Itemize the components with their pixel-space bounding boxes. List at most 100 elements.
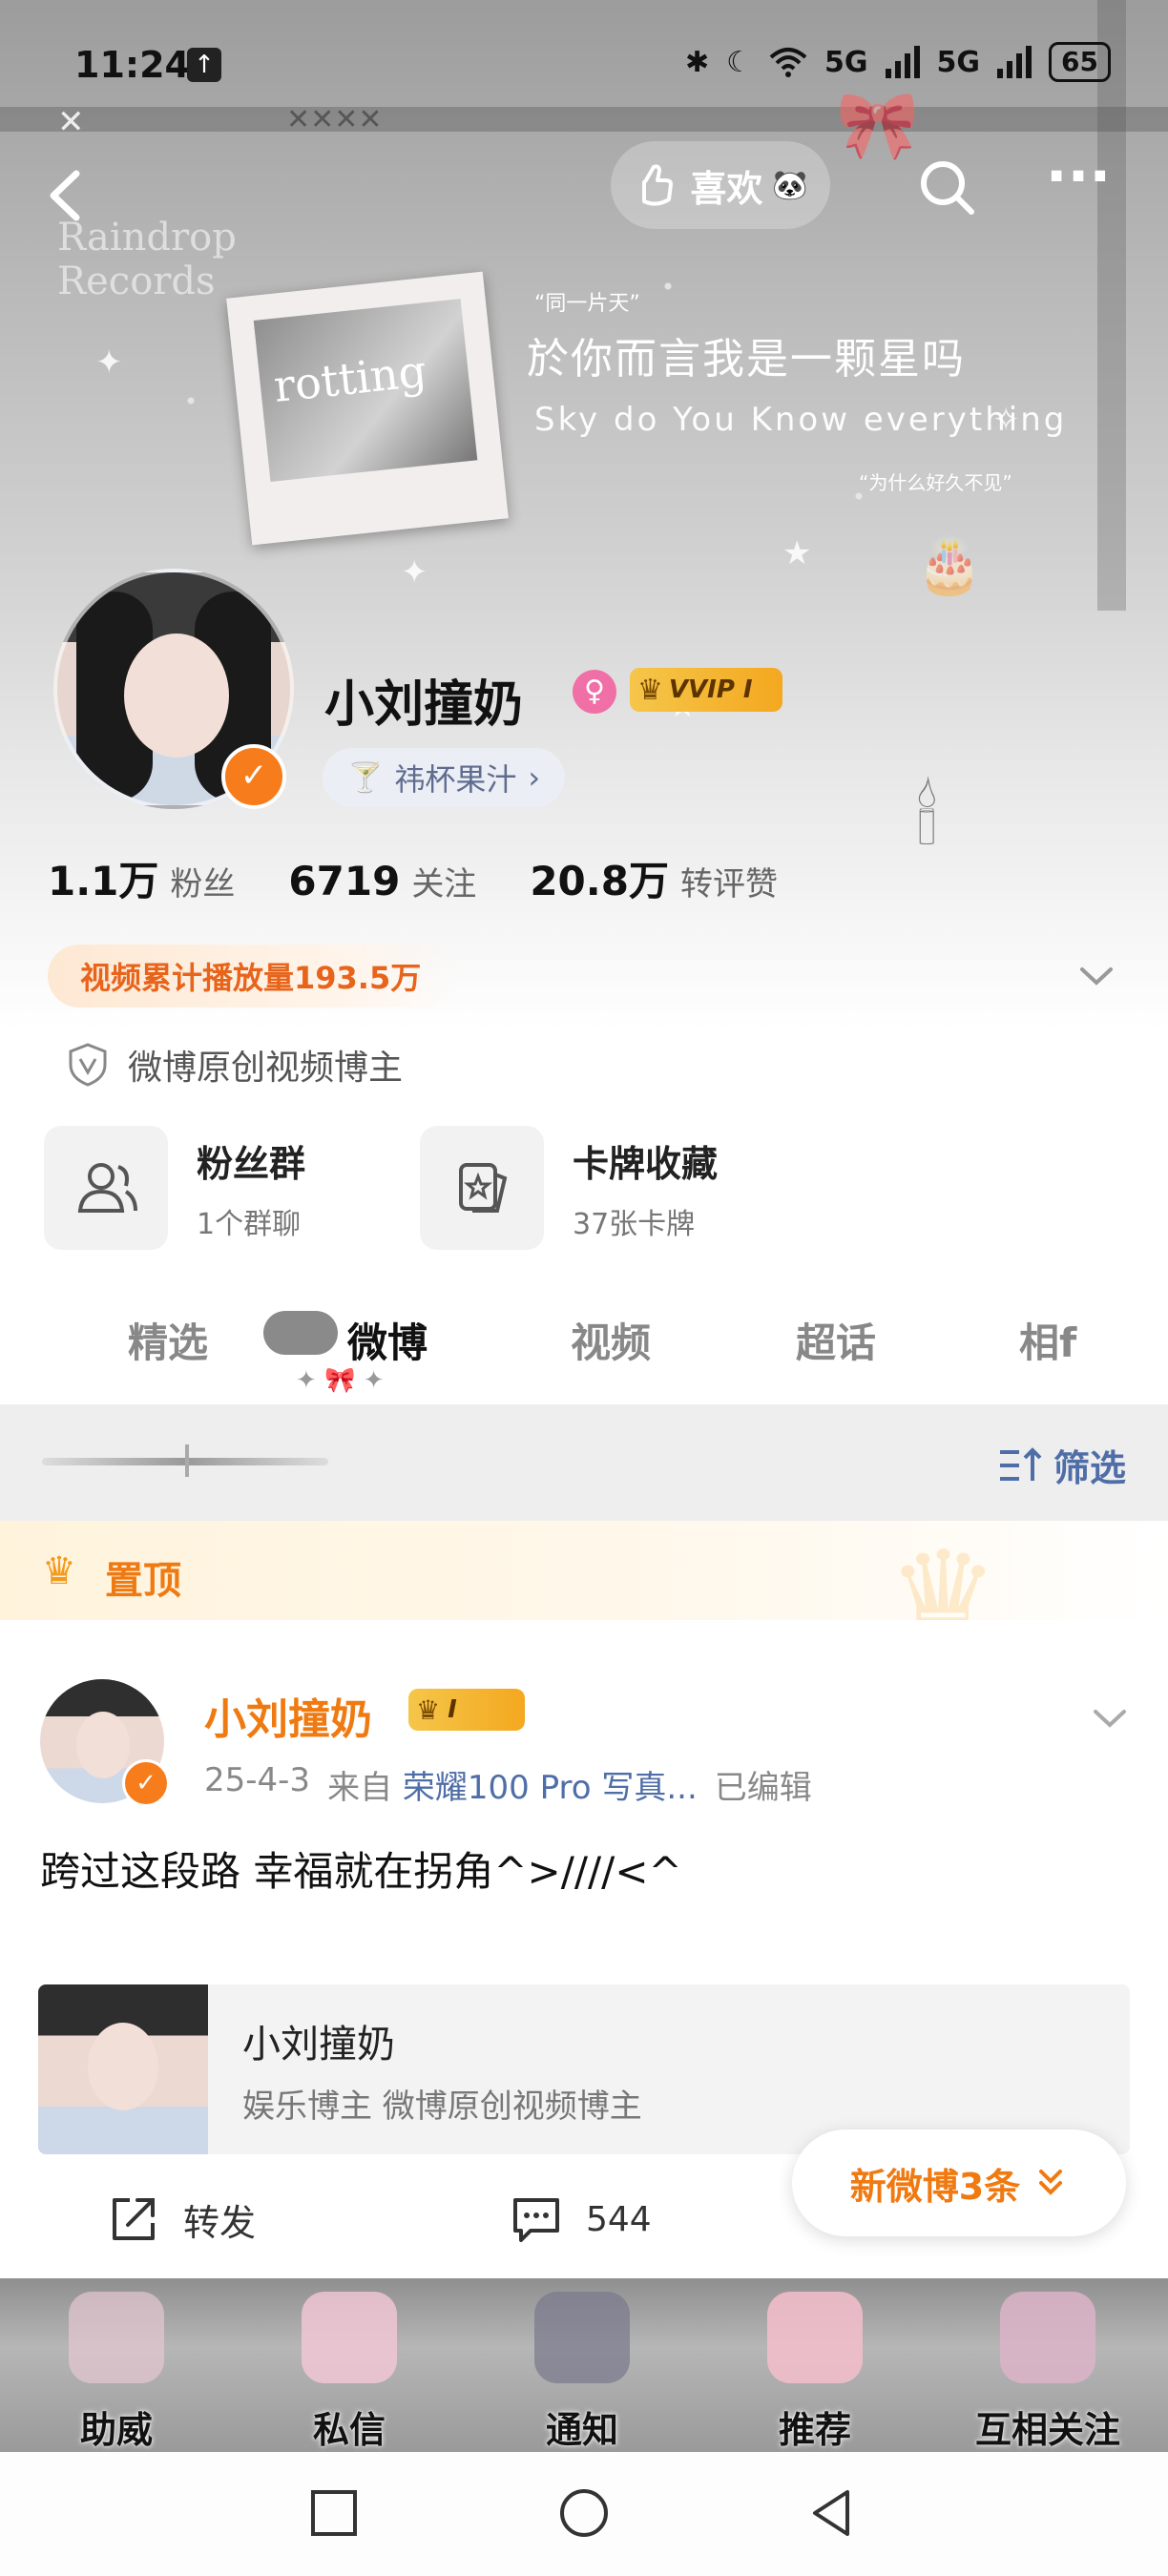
stat-following[interactable]: 6719 关注 <box>288 858 476 904</box>
tab-super-topic[interactable]: 超话 <box>796 1311 876 1369</box>
filter-slider[interactable] <box>42 1444 328 1477</box>
status-bar: 11:24 ↑ ✱ ☾ 5G 5G 65 <box>0 0 1168 114</box>
search-icon <box>921 161 974 215</box>
filter-label: 筛选 <box>1053 1447 1126 1489</box>
card-icon-box <box>420 1126 544 1250</box>
bottom-tab-bar: 助威 私信 通知 推荐 互相关注 <box>0 2278 1168 2452</box>
crown-icon: ♛ <box>637 673 663 707</box>
creator-label-text: 微博原创视频博主 <box>128 1049 404 1088</box>
pinned-label: 置顶 <box>105 1559 181 1603</box>
more-options-button[interactable]: ··· <box>1040 148 1116 219</box>
card-collection-card[interactable]: 卡牌收藏 37张卡牌 <box>420 1126 718 1250</box>
back-triangle-icon[interactable] <box>805 2486 859 2540</box>
cheer-heart-icon <box>69 2292 164 2383</box>
stat-label: 转评赞 <box>679 865 778 904</box>
filter-bar: 筛选 <box>0 1404 1168 1521</box>
active-tab-indicator: ✦ 🎀 ✦ <box>296 1366 385 1395</box>
crown-icon: ♛ <box>416 1693 441 1726</box>
pinned-header: ♛ 置顶 ♛ <box>0 1521 1168 1658</box>
post-edited-label[interactable]: 已编辑 <box>715 1761 812 1808</box>
filter-button[interactable]: 筛选 <box>998 1439 1126 1491</box>
fan-club-tag[interactable]: 🍸 祎杯果汁 › <box>323 748 566 807</box>
system-navigation-bar <box>0 2452 1168 2576</box>
double-chevron-down-icon <box>1039 2170 1063 2195</box>
bottom-tab-notifications[interactable]: 通知 <box>466 2278 699 2452</box>
bottom-tab-label: 通知 <box>545 2409 618 2451</box>
do-not-disturb-icon: ☾ <box>726 45 753 79</box>
banner-photo: rotting <box>226 271 509 546</box>
trophy-icon: 🍸 <box>347 760 384 795</box>
stat-label: 粉丝 <box>170 865 236 904</box>
repost-label: 转发 <box>183 2201 257 2244</box>
chevron-left-icon <box>50 170 80 221</box>
tab-weibo[interactable]: 微博 <box>347 1311 428 1369</box>
signal-5g-label: 5G <box>824 45 868 79</box>
tab-album[interactable]: 相f <box>1019 1311 1076 1369</box>
recent-apps-icon[interactable] <box>307 2486 361 2540</box>
cake-decoration: 🎂 <box>916 535 983 597</box>
bottom-tab-recommend[interactable]: 推荐 <box>699 2278 931 2452</box>
shared-card-description: 娱乐博主 微博原创视频博主 <box>242 2088 642 2126</box>
repost-button[interactable]: 转发 <box>107 2192 256 2246</box>
vip-label: VVIP I <box>668 675 753 704</box>
fan-club-label: 祎杯果汁 <box>394 761 517 798</box>
post-author-name[interactable]: 小刘撞奶 <box>204 1685 372 1746</box>
bottom-tab-label: 互相关注 <box>974 2409 1120 2451</box>
comment-button[interactable]: 544 <box>510 2192 652 2246</box>
bottom-tab-mutual-follow[interactable]: 互相关注 <box>931 2278 1164 2452</box>
verified-badge-icon: ✓ <box>221 744 286 809</box>
stat-followers[interactable]: 1.1万 粉丝 <box>48 849 235 907</box>
vip-badge[interactable]: ♛ VVIP I <box>630 668 782 712</box>
bottom-tab-label: 推荐 <box>778 2409 851 2451</box>
search-button[interactable] <box>914 155 981 221</box>
banner-quote-small: “同一片天” <box>534 292 640 316</box>
like-label: 喜欢 <box>690 167 763 210</box>
tab-featured[interactable]: 精选 <box>128 1311 208 1369</box>
post-text: 跨过这段路 幸福就在拐角^>////<^ <box>40 1848 682 1895</box>
stat-engagement[interactable]: 20.8万 转评赞 <box>530 849 778 907</box>
bottom-tab-label: 私信 <box>312 2409 386 2451</box>
back-button[interactable] <box>34 162 101 229</box>
banner-quote-bottom: “为什么好久不见” <box>859 471 1012 494</box>
banner-star-decoration: ★ <box>782 534 812 572</box>
post-source[interactable]: 荣耀100 Pro 写真... <box>403 1769 698 1807</box>
profile-tabs: 精选 微博 视频 超话 相f <box>0 1298 1168 1402</box>
chevron-right-icon: › <box>528 759 541 796</box>
chevron-down-icon <box>1080 967 1113 986</box>
mutual-follow-perfume-icon <box>1000 2292 1095 2383</box>
expand-profile-button[interactable] <box>1074 954 1118 998</box>
new-posts-button[interactable]: 新微博3条 <box>792 2129 1126 2236</box>
comment-count: 544 <box>586 2199 652 2239</box>
profile-stats: 1.1万 粉丝 6719 关注 20.8万 转评赞 <box>48 849 778 907</box>
stat-label: 关注 <box>411 865 477 904</box>
profile-name: 小刘撞奶 <box>324 676 524 734</box>
post-vip-badge: ♛ I <box>408 1689 525 1731</box>
group-people-icon <box>77 1163 137 1213</box>
recommend-cake-icon <box>767 2292 863 2383</box>
bottom-tab-messages[interactable]: 私信 <box>233 2278 466 2452</box>
card-title: 卡牌收藏 <box>573 1142 719 1185</box>
battery-icon: 65 <box>1049 42 1111 82</box>
stat-number: 6719 <box>288 858 401 904</box>
shared-card-name: 小刘撞奶 <box>242 2023 395 2067</box>
post-options-button[interactable] <box>1088 1696 1132 1740</box>
like-button[interactable]: 喜欢 🐼 <box>611 141 830 229</box>
share-icon <box>113 2198 155 2240</box>
candelabra-decoration: 🕯 <box>916 773 938 862</box>
banner-star-decoration: ✦ <box>95 343 123 382</box>
notifications-creature-icon <box>534 2292 630 2383</box>
verified-badge-icon: ✓ <box>122 1759 170 1807</box>
bluetooth-icon: ✱ <box>684 45 710 79</box>
shared-card-thumbnail <box>38 1984 208 2154</box>
fan-group-card[interactable]: 粉丝群 1个群聊 <box>44 1126 305 1250</box>
video-play-count[interactable]: 视频累计播放量193.5万 <box>48 945 460 1008</box>
group-icon-box <box>44 1126 168 1250</box>
tab-video[interactable]: 视频 <box>571 1311 651 1369</box>
chevron-down-icon <box>1094 1710 1126 1728</box>
signal-5g-label-2: 5G <box>936 45 981 79</box>
original-creator-label: 微博原创视频博主 <box>67 1040 403 1090</box>
panda-icon: 🐼 <box>772 168 808 202</box>
bottom-tab-cheer[interactable]: 助威 <box>0 2278 233 2452</box>
home-icon[interactable] <box>557 2486 611 2540</box>
signal-bars-icon <box>885 46 920 78</box>
